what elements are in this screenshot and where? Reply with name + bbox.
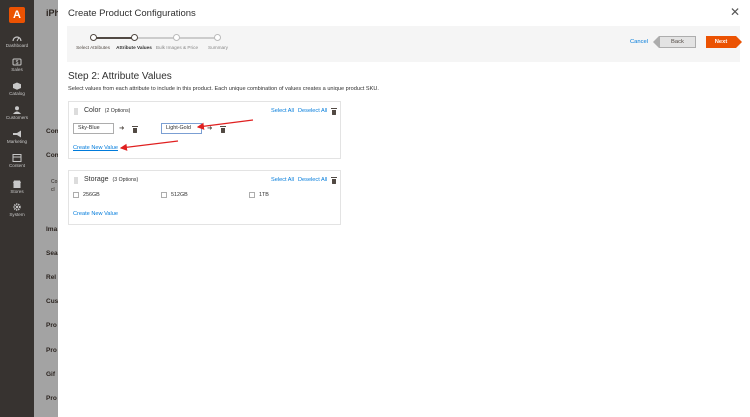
step-label-attribute-values[interactable]: Attribute Values — [113, 45, 155, 51]
step-dot-select-attributes[interactable] — [90, 34, 97, 41]
storage-options: 256GB 512GB 1TB — [73, 191, 333, 200]
nav-item-customers[interactable]: Customers — [0, 106, 34, 120]
delete-value-icon[interactable] — [220, 126, 226, 133]
adobe-logo[interactable]: A — [9, 7, 25, 23]
select-all-link[interactable]: Select All — [271, 177, 294, 183]
step-progress-line — [93, 37, 135, 39]
step-heading: Step 2: Attribute Values — [68, 71, 172, 82]
attribute-title: Storage (3 Options) — [84, 176, 138, 183]
delete-value-icon[interactable] — [132, 126, 138, 133]
nav-label: Sales — [11, 67, 23, 72]
nav-item-dashboard[interactable]: Dashboard — [0, 34, 34, 48]
deselect-all-link[interactable]: Deselect All — [298, 177, 327, 183]
option-label: 1TB — [259, 192, 269, 198]
checkbox-512gb[interactable] — [161, 192, 167, 198]
customers-icon — [13, 106, 21, 114]
nav-label: Stores — [10, 189, 24, 194]
delete-attribute-icon[interactable] — [331, 177, 337, 184]
nav-item-marketing[interactable]: Marketing — [0, 130, 34, 144]
step-label-bulk-images: Bulk Images & Price — [155, 45, 199, 50]
drag-handle-icon[interactable] — [74, 108, 78, 115]
configurations-modal: Create Product Configurations ✕ Select A… — [58, 0, 750, 417]
back-button[interactable]: Back — [653, 36, 696, 48]
value-input-light-gold[interactable]: Light-Gold — [161, 123, 202, 134]
checkbox-1tb[interactable] — [249, 192, 255, 198]
select-all-link[interactable]: Select All — [271, 108, 294, 114]
nav-label: Dashboard — [5, 43, 29, 48]
dashboard-icon — [12, 36, 22, 42]
deselect-all-link[interactable]: Deselect All — [298, 108, 327, 114]
attribute-options-count: (2 Options) — [104, 108, 131, 114]
value-input-sky-blue[interactable]: Sky-Blue — [73, 123, 114, 134]
delete-attribute-icon[interactable] — [331, 108, 337, 115]
dollar-icon: $ — [12, 58, 22, 66]
attribute-name: Storage — [84, 176, 109, 183]
attribute-options-count: (3 Options) — [112, 177, 139, 183]
nav-label: Marketing — [6, 139, 28, 144]
wizard-steps: Select Attributes Attribute Values Bulk … — [67, 26, 247, 62]
attribute-color-panel: Color (2 Options) Select All Deselect All… — [68, 101, 341, 159]
nav-item-stores[interactable]: Stores — [0, 180, 34, 194]
nav-label: System — [9, 212, 25, 217]
step-dot-bulk-images — [173, 34, 180, 41]
cancel-button[interactable]: Cancel — [630, 39, 648, 45]
option-label: 256GB — [83, 192, 100, 198]
checkbox-256gb[interactable] — [73, 192, 79, 198]
save-value-arrow-icon[interactable]: ➜ — [119, 125, 124, 132]
nav-label: Catalog — [9, 91, 25, 96]
cube-icon — [13, 82, 21, 90]
save-value-arrow-icon[interactable]: ➜ — [207, 125, 212, 132]
wizard-bar: Select Attributes Attribute Values Bulk … — [67, 26, 742, 62]
step-label-select-attributes[interactable]: Select Attributes — [72, 45, 114, 51]
step-dot-summary — [214, 34, 221, 41]
step-dot-attribute-values[interactable] — [131, 34, 138, 41]
create-new-value-link[interactable]: Create New Value — [73, 145, 118, 151]
content-icon — [12, 154, 22, 162]
nav-label: Content — [8, 163, 26, 168]
attribute-name: Color — [84, 107, 101, 114]
modal-title: Create Product Configurations — [68, 8, 196, 19]
admin-sidebar: A Dashboard $ Sales Catalog Customers Ma… — [0, 0, 34, 417]
nav-item-system[interactable]: System — [0, 203, 34, 217]
close-icon[interactable]: ✕ — [730, 6, 740, 18]
step-label-summary: Summary — [207, 45, 229, 50]
nav-label: Customers — [5, 115, 29, 120]
next-button[interactable]: Next — [706, 36, 742, 48]
step-description: Select values from each attribute to inc… — [68, 86, 379, 92]
store-icon — [13, 180, 21, 188]
drag-handle-icon[interactable] — [74, 177, 78, 184]
attribute-title: Color (2 Options) — [84, 107, 130, 114]
gear-icon — [13, 203, 21, 211]
nav-item-sales[interactable]: $ Sales — [0, 58, 34, 72]
nav-item-catalog[interactable]: Catalog — [0, 82, 34, 96]
option-label: 512GB — [171, 192, 188, 198]
nav-item-content[interactable]: Content — [0, 154, 34, 168]
attribute-storage-panel: Storage (3 Options) Select All Deselect A… — [68, 170, 341, 225]
create-new-value-link[interactable]: Create New Value — [73, 211, 118, 217]
svg-text:$: $ — [16, 60, 19, 66]
megaphone-icon — [13, 130, 21, 138]
